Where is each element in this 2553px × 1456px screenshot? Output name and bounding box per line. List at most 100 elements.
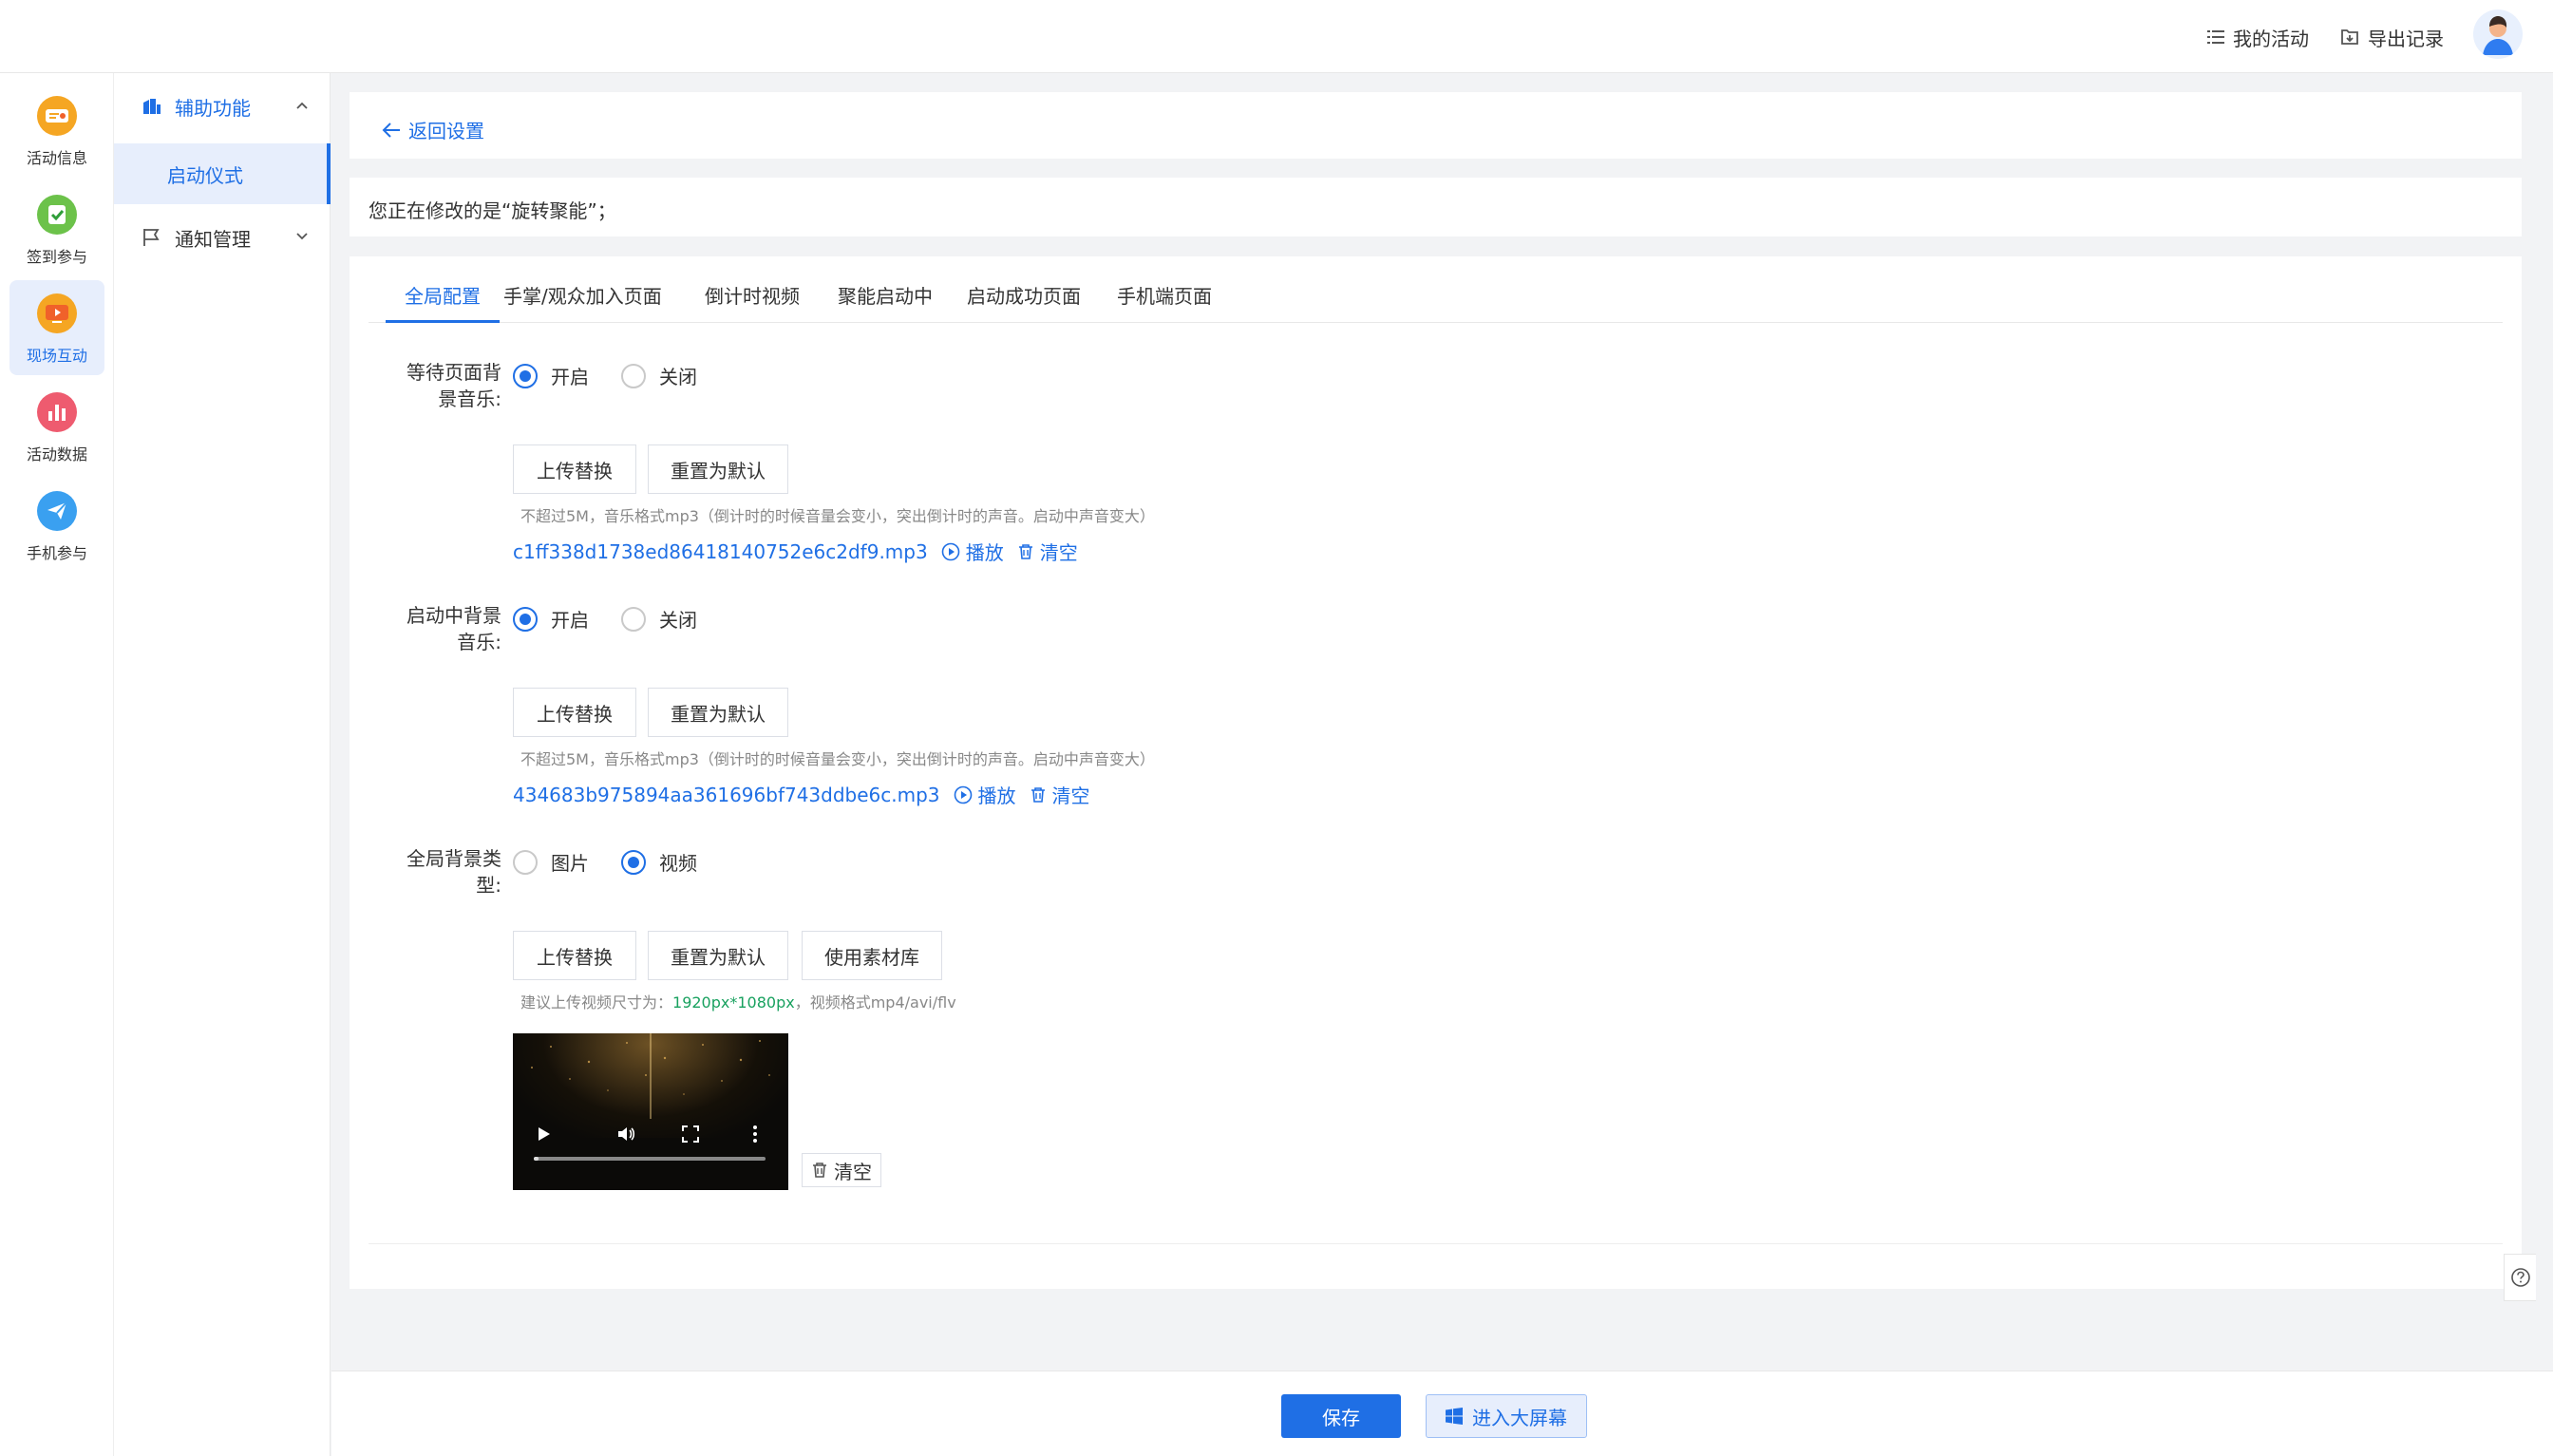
play-label: 播放 <box>977 785 1016 807</box>
bg-type-video-radio[interactable]: 视频 <box>621 848 697 876</box>
video-progress-fill <box>534 1157 539 1161</box>
rail-label: 现场互动 <box>26 347 87 365</box>
video-more-icon[interactable] <box>752 1125 758 1144</box>
bg-reset-button[interactable]: 重置为默认 <box>648 931 788 980</box>
nav-group-aux-functions[interactable]: 辅助功能 <box>114 77 331 136</box>
tab-energy-launching[interactable]: 聚能启动中 <box>838 281 933 323</box>
radio-label: 开启 <box>551 366 589 388</box>
clear-label: 清空 <box>1039 541 1078 564</box>
config-panel: 全局配置 手掌/观众加入页面 倒计时视频 聚能启动中 启动成功页面 手机端页面 … <box>350 256 2522 1289</box>
wait-music-on-radio[interactable]: 开启 <box>513 362 589 389</box>
nav-item-launch-ceremony[interactable]: 启动仪式 <box>114 143 331 204</box>
launch-music-filename[interactable]: 434683b975894aa361696bf743ddbe6c.mp3 <box>513 784 940 806</box>
editing-notice-panel: 您正在修改的是“旋转聚能”； <box>350 178 2522 236</box>
launch-music-on-radio[interactable]: 开启 <box>513 605 589 633</box>
trash-icon <box>813 1163 826 1178</box>
bg-material-library-button[interactable]: 使用素材库 <box>802 931 942 980</box>
user-avatar[interactable] <box>2473 9 2523 59</box>
rail-label: 签到参与 <box>26 248 87 266</box>
radio-dot <box>621 849 646 875</box>
windows-icon <box>1446 1408 1463 1425</box>
bg-upload-button[interactable]: 上传替换 <box>513 931 636 980</box>
video-fullscreen-icon[interactable] <box>682 1125 699 1143</box>
video-play-icon[interactable] <box>538 1126 551 1142</box>
launch-music-clear-button[interactable]: 清空 <box>1030 781 1090 808</box>
paper-plane-icon <box>37 491 77 531</box>
trash-icon <box>1031 786 1045 803</box>
nav-item-label: 启动仪式 <box>167 163 243 187</box>
wait-music-play-button[interactable]: 播放 <box>941 538 1004 565</box>
bg-hint: 建议上传视频尺寸为：1920px*1080px，视频格式mp4/avi/flv <box>520 990 956 1012</box>
my-activity-link[interactable]: 我的活动 <box>2207 23 2309 51</box>
launch-music-reset-button[interactable]: 重置为默认 <box>648 688 788 737</box>
rail-item-live-interaction[interactable]: 现场互动 <box>9 280 104 375</box>
video-progress-bar[interactable] <box>534 1157 766 1161</box>
enter-big-screen-label: 进入大屏幕 <box>1472 1406 1567 1429</box>
bg-hint-suffix: ，视频格式mp4/avi/flv <box>794 993 956 1012</box>
wait-music-upload-button[interactable]: 上传替换 <box>513 444 636 494</box>
bg-hint-prefix: 建议上传视频尺寸为： <box>520 993 673 1012</box>
play-circle-icon <box>954 785 972 804</box>
radio-dot <box>513 363 538 388</box>
launch-music-upload-button[interactable]: 上传替换 <box>513 688 636 737</box>
question-circle-icon <box>2510 1268 2530 1287</box>
tab-global-config[interactable]: 全局配置 <box>386 281 500 323</box>
section-divider <box>369 1243 2503 1244</box>
tab-launch-success-page[interactable]: 启动成功页面 <box>967 281 1081 323</box>
back-label: 返回设置 <box>408 120 484 142</box>
bg-type-label: 全局背景类 型: <box>388 845 501 898</box>
enter-big-screen-button[interactable]: 进入大屏幕 <box>1426 1394 1587 1438</box>
launch-music-off-radio[interactable]: 关闭 <box>621 605 697 633</box>
save-button[interactable]: 保存 <box>1281 1394 1401 1438</box>
bg-type-label-line1: 全局背景类 <box>407 847 501 870</box>
config-tabs: 全局配置 手掌/观众加入页面 倒计时视频 聚能启动中 启动成功页面 手机端页面 <box>369 256 2503 323</box>
rail-label: 活动数据 <box>26 445 87 463</box>
main-side-rail: 活动信息 签到参与 现场互动 活动数据 手机参与 <box>0 73 114 1456</box>
bg-video-player[interactable] <box>513 1033 788 1190</box>
wait-music-label-line2: 景音乐: <box>438 388 501 410</box>
user-avatar-icon <box>2483 16 2513 55</box>
radio-label: 关闭 <box>659 366 697 388</box>
export-records-link[interactable]: 导出记录 <box>2340 23 2444 51</box>
radio-dot <box>513 606 538 632</box>
rail-item-activity-data[interactable]: 活动数据 <box>9 379 104 474</box>
rail-item-mobile-participation[interactable]: 手机参与 <box>9 478 104 573</box>
back-panel: 返回设置 <box>350 92 2522 159</box>
wait-music-off-radio[interactable]: 关闭 <box>621 362 697 389</box>
nav-group-label: 辅助功能 <box>175 96 251 120</box>
launch-music-hint: 不超过5M，音乐格式mp3（倒计时的时候音量会变小，突出倒计时的声音。启动中声音… <box>520 750 1155 768</box>
editing-notice: 您正在修改的是“旋转聚能”； <box>369 199 616 222</box>
ticket-icon <box>37 96 77 136</box>
wait-music-filename[interactable]: c1ff338d1738ed86418140752e6c2df9.mp3 <box>513 540 928 563</box>
chevron-down-icon <box>296 233 308 240</box>
bg-video-clear-button[interactable]: 清空 <box>802 1153 881 1187</box>
launch-music-play-button[interactable]: 播放 <box>954 781 1016 808</box>
help-float-button[interactable] <box>2504 1254 2536 1301</box>
rail-item-checkin[interactable]: 签到参与 <box>9 181 104 276</box>
radio-label: 关闭 <box>659 609 697 632</box>
list-icon <box>2207 30 2224 44</box>
bg-type-image-radio[interactable]: 图片 <box>513 848 589 876</box>
nav-group-notification[interactable]: 通知管理 <box>114 208 331 267</box>
clear-label: 清空 <box>1051 785 1090 807</box>
radio-label: 开启 <box>551 609 589 632</box>
wait-music-hint: 不超过5M，音乐格式mp3（倒计时的时候音量会变小，突出倒计时的声音。启动中声音… <box>520 507 1155 525</box>
secondary-nav: 辅助功能 启动仪式 通知管理 <box>114 73 331 1456</box>
tab-audience-join-page[interactable]: 手掌/观众加入页面 <box>503 281 662 323</box>
wait-music-file-row: c1ff338d1738ed86418140752e6c2df9.mp3 播放 … <box>513 538 1078 565</box>
wait-music-reset-button[interactable]: 重置为默认 <box>648 444 788 494</box>
launch-music-label-line1: 启动中背景 <box>407 604 501 627</box>
wait-music-clear-button[interactable]: 清空 <box>1017 538 1078 565</box>
clear-label: 清空 <box>834 1160 872 1183</box>
arrow-left-icon <box>382 122 400 138</box>
radio-dot <box>621 606 646 632</box>
my-activity-label: 我的活动 <box>2233 27 2309 50</box>
tab-countdown-video[interactable]: 倒计时视频 <box>705 281 800 323</box>
rail-item-activity-info[interactable]: 活动信息 <box>9 83 104 178</box>
back-to-settings-link[interactable]: 返回设置 <box>382 116 484 143</box>
flag-icon <box>142 228 161 247</box>
video-volume-icon[interactable] <box>617 1125 636 1143</box>
footer-bar: 保存 进入大屏幕 <box>331 1371 2553 1456</box>
tab-mobile-page[interactable]: 手机端页面 <box>1117 281 1212 323</box>
radio-dot <box>513 849 538 875</box>
